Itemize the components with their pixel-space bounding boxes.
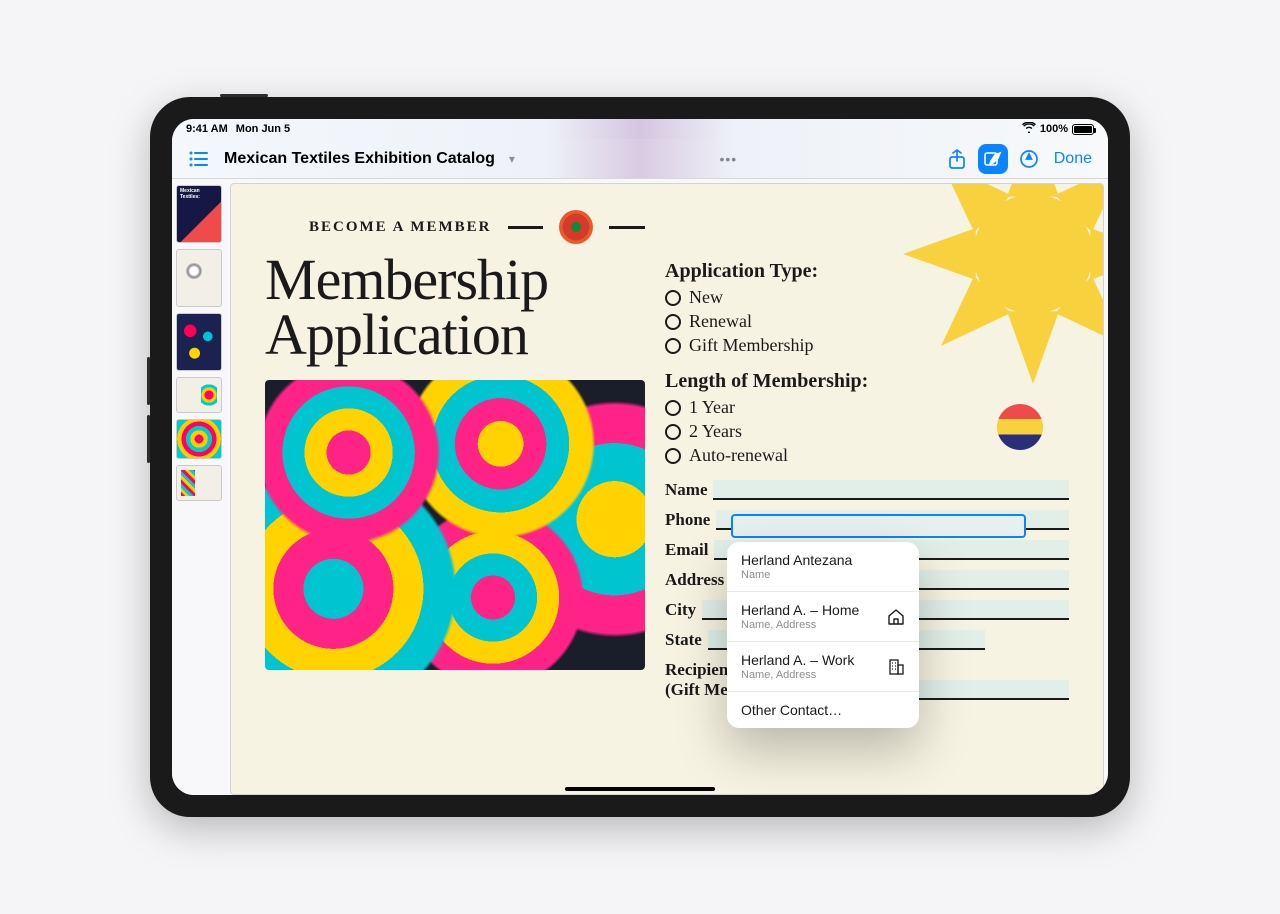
thumbnail-page-6[interactable] [176,465,222,501]
autofill-item-work[interactable]: Herland A. – Work Name, Address [727,642,919,692]
name-input[interactable] [713,480,1069,500]
page-thumbnails [172,179,228,795]
battery-icon [1072,124,1094,135]
content-area: BECOME A MEMBER Membership Application A [172,179,1108,795]
markup-icon[interactable] [978,144,1008,174]
ornament-icon [559,210,593,244]
textile-image [265,380,645,670]
done-button[interactable]: Done [1050,150,1096,168]
radio-new[interactable]: New [665,287,1069,308]
status-time: 9:41 AM [186,123,228,135]
document-title[interactable]: Mexican Textiles Exhibition Catalog [224,150,495,168]
home-indicator[interactable] [565,787,715,791]
autofill-other[interactable]: Other Contact… [727,692,919,728]
ipad-frame: 9:41 AM Mon Jun 5 100% Mexican Textiles … [150,97,1130,817]
share-icon[interactable] [942,144,972,174]
length-label: Length of Membership: [665,370,1069,393]
radio-auto[interactable]: Auto-renewal [665,445,1069,466]
battery-percent: 100% [1040,123,1068,135]
thumbnail-page-2[interactable] [176,249,222,307]
wifi-icon [1022,122,1036,136]
page-title: Membership Application [265,252,645,362]
field-state-label: State [665,630,702,650]
status-bar: 9:41 AM Mon Jun 5 100% [172,119,1108,139]
field-name-label: Name [665,480,707,500]
sidebar-toggle-icon[interactable] [184,144,214,174]
field-email-label: Email [665,540,708,560]
more-icon[interactable]: ••• [719,151,737,167]
status-date: Mon Jun 5 [236,123,290,135]
document-canvas: BECOME A MEMBER Membership Application A [230,183,1104,795]
autofill-popover: Herland Antezana Name Herland A. – Home … [727,542,919,728]
field-address-label: Address [665,570,724,590]
app-header: Mexican Textiles Exhibition Catalog ▾ ••… [172,139,1108,179]
radio-gift[interactable]: Gift Membership [665,335,1069,356]
building-icon [887,658,905,676]
overline-label: BECOME A MEMBER [309,219,492,236]
home-icon [887,608,905,626]
screen: 9:41 AM Mon Jun 5 100% Mexican Textiles … [172,119,1108,795]
radio-2years[interactable]: 2 Years [665,421,1069,442]
radio-renewal[interactable]: Renewal [665,311,1069,332]
thumbnail-page-5[interactable] [176,419,222,459]
thumbnail-page-1[interactable] [176,185,222,243]
chevron-down-icon[interactable]: ▾ [509,152,515,166]
radio-1year[interactable]: 1 Year [665,397,1069,418]
field-phone-label: Phone [665,510,710,530]
autofill-item-home[interactable]: Herland A. – Home Name, Address [727,592,919,642]
power-button[interactable] [220,94,268,97]
autofill-item-self[interactable]: Herland Antezana Name [727,542,919,592]
application-type-label: Application Type: [665,260,1069,283]
name-focused-input[interactable] [731,514,1026,538]
search-icon[interactable] [1014,144,1044,174]
field-city-label: City [665,600,696,620]
volume-down-button[interactable] [147,415,150,463]
thumbnail-page-4[interactable] [176,377,222,413]
thumbnail-page-3[interactable] [176,313,222,371]
volume-up-button[interactable] [147,357,150,405]
